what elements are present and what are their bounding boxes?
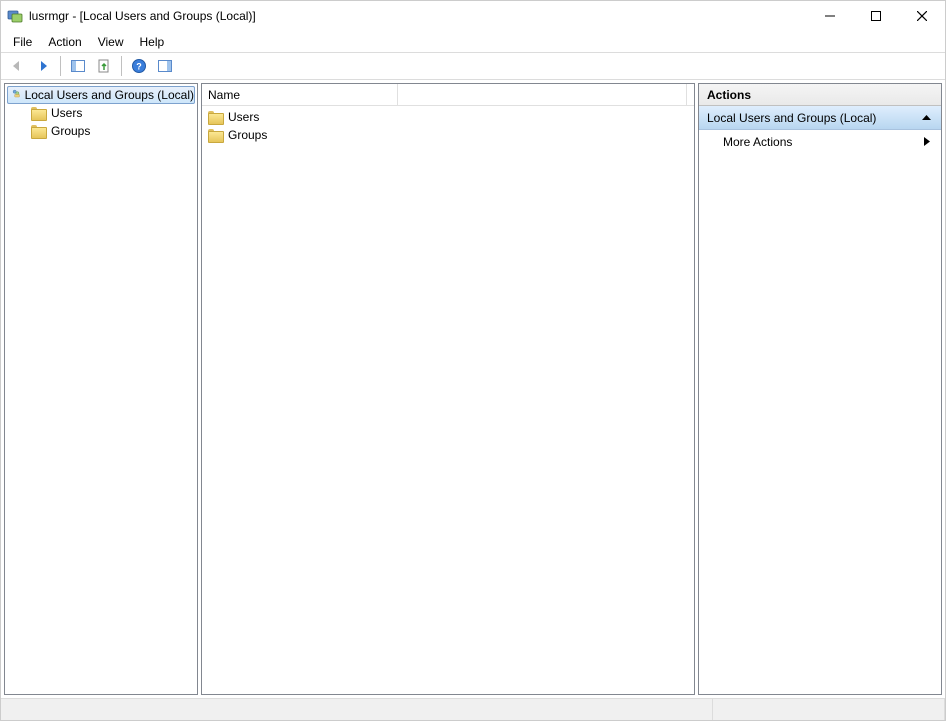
column-header-name[interactable]: Name: [202, 84, 398, 105]
svg-text:?: ?: [136, 62, 142, 72]
tree-pane: Local Users and Groups (Local) Users Gro…: [4, 83, 198, 695]
tree-root-node[interactable]: Local Users and Groups (Local): [7, 86, 195, 104]
main-area: Local Users and Groups (Local) Users Gro…: [1, 80, 945, 698]
tree-node-label: Groups: [51, 124, 90, 138]
tree-node-label: Users: [51, 106, 82, 120]
list-body[interactable]: Users Groups: [202, 106, 694, 694]
folder-icon: [31, 107, 47, 120]
action-group-header[interactable]: Local Users and Groups (Local): [699, 106, 941, 130]
toolbar-separator: [121, 56, 122, 76]
menu-file[interactable]: File: [7, 33, 42, 51]
status-cell: [1, 699, 713, 720]
window-controls: [807, 1, 945, 31]
submenu-arrow-icon: [924, 135, 931, 149]
action-group-label: Local Users and Groups (Local): [707, 111, 876, 125]
close-button[interactable]: [899, 1, 945, 31]
list-header: Name: [202, 84, 694, 106]
menu-bar: File Action View Help: [1, 31, 945, 52]
result-pane: Name Users Groups: [201, 83, 695, 695]
actions-pane: Actions Local Users and Groups (Local) M…: [698, 83, 942, 695]
status-bar: [1, 698, 945, 720]
app-icon: [7, 8, 23, 24]
tree-root-label: Local Users and Groups (Local): [25, 88, 194, 102]
maximize-button[interactable]: [853, 1, 899, 31]
minimize-button[interactable]: [807, 1, 853, 31]
status-cell: [713, 699, 945, 720]
export-list-button[interactable]: [92, 54, 116, 78]
console-tree[interactable]: Local Users and Groups (Local) Users Gro…: [5, 84, 197, 694]
show-hide-action-pane-button[interactable]: [153, 54, 177, 78]
action-more-actions[interactable]: More Actions: [699, 130, 941, 154]
folder-icon: [31, 125, 47, 138]
window-title: lusrmgr - [Local Users and Groups (Local…: [29, 9, 256, 23]
list-item-users[interactable]: Users: [202, 108, 694, 126]
show-hide-tree-button[interactable]: [66, 54, 90, 78]
tree-node-groups[interactable]: Groups: [5, 122, 197, 140]
action-item-label: More Actions: [723, 135, 792, 149]
group-manager-icon: [12, 87, 21, 103]
menu-help[interactable]: Help: [134, 33, 175, 51]
folder-icon: [208, 129, 224, 142]
list-item-groups[interactable]: Groups: [202, 126, 694, 144]
actions-header: Actions: [699, 84, 941, 106]
help-button[interactable]: ?: [127, 54, 151, 78]
actions-body: Local Users and Groups (Local) More Acti…: [699, 106, 941, 694]
toolbar-separator: [60, 56, 61, 76]
title-bar: lusrmgr - [Local Users and Groups (Local…: [1, 1, 945, 31]
tree-node-users[interactable]: Users: [5, 104, 197, 122]
menu-action[interactable]: Action: [42, 33, 91, 51]
toolbar: ?: [1, 52, 945, 80]
collapse-icon: [922, 111, 931, 125]
folder-icon: [208, 111, 224, 124]
forward-button[interactable]: [31, 54, 55, 78]
menu-view[interactable]: View: [92, 33, 134, 51]
list-item-label: Users: [228, 110, 259, 124]
list-item-label: Groups: [228, 128, 267, 142]
back-button[interactable]: [5, 54, 29, 78]
column-header-blank[interactable]: [398, 84, 687, 105]
